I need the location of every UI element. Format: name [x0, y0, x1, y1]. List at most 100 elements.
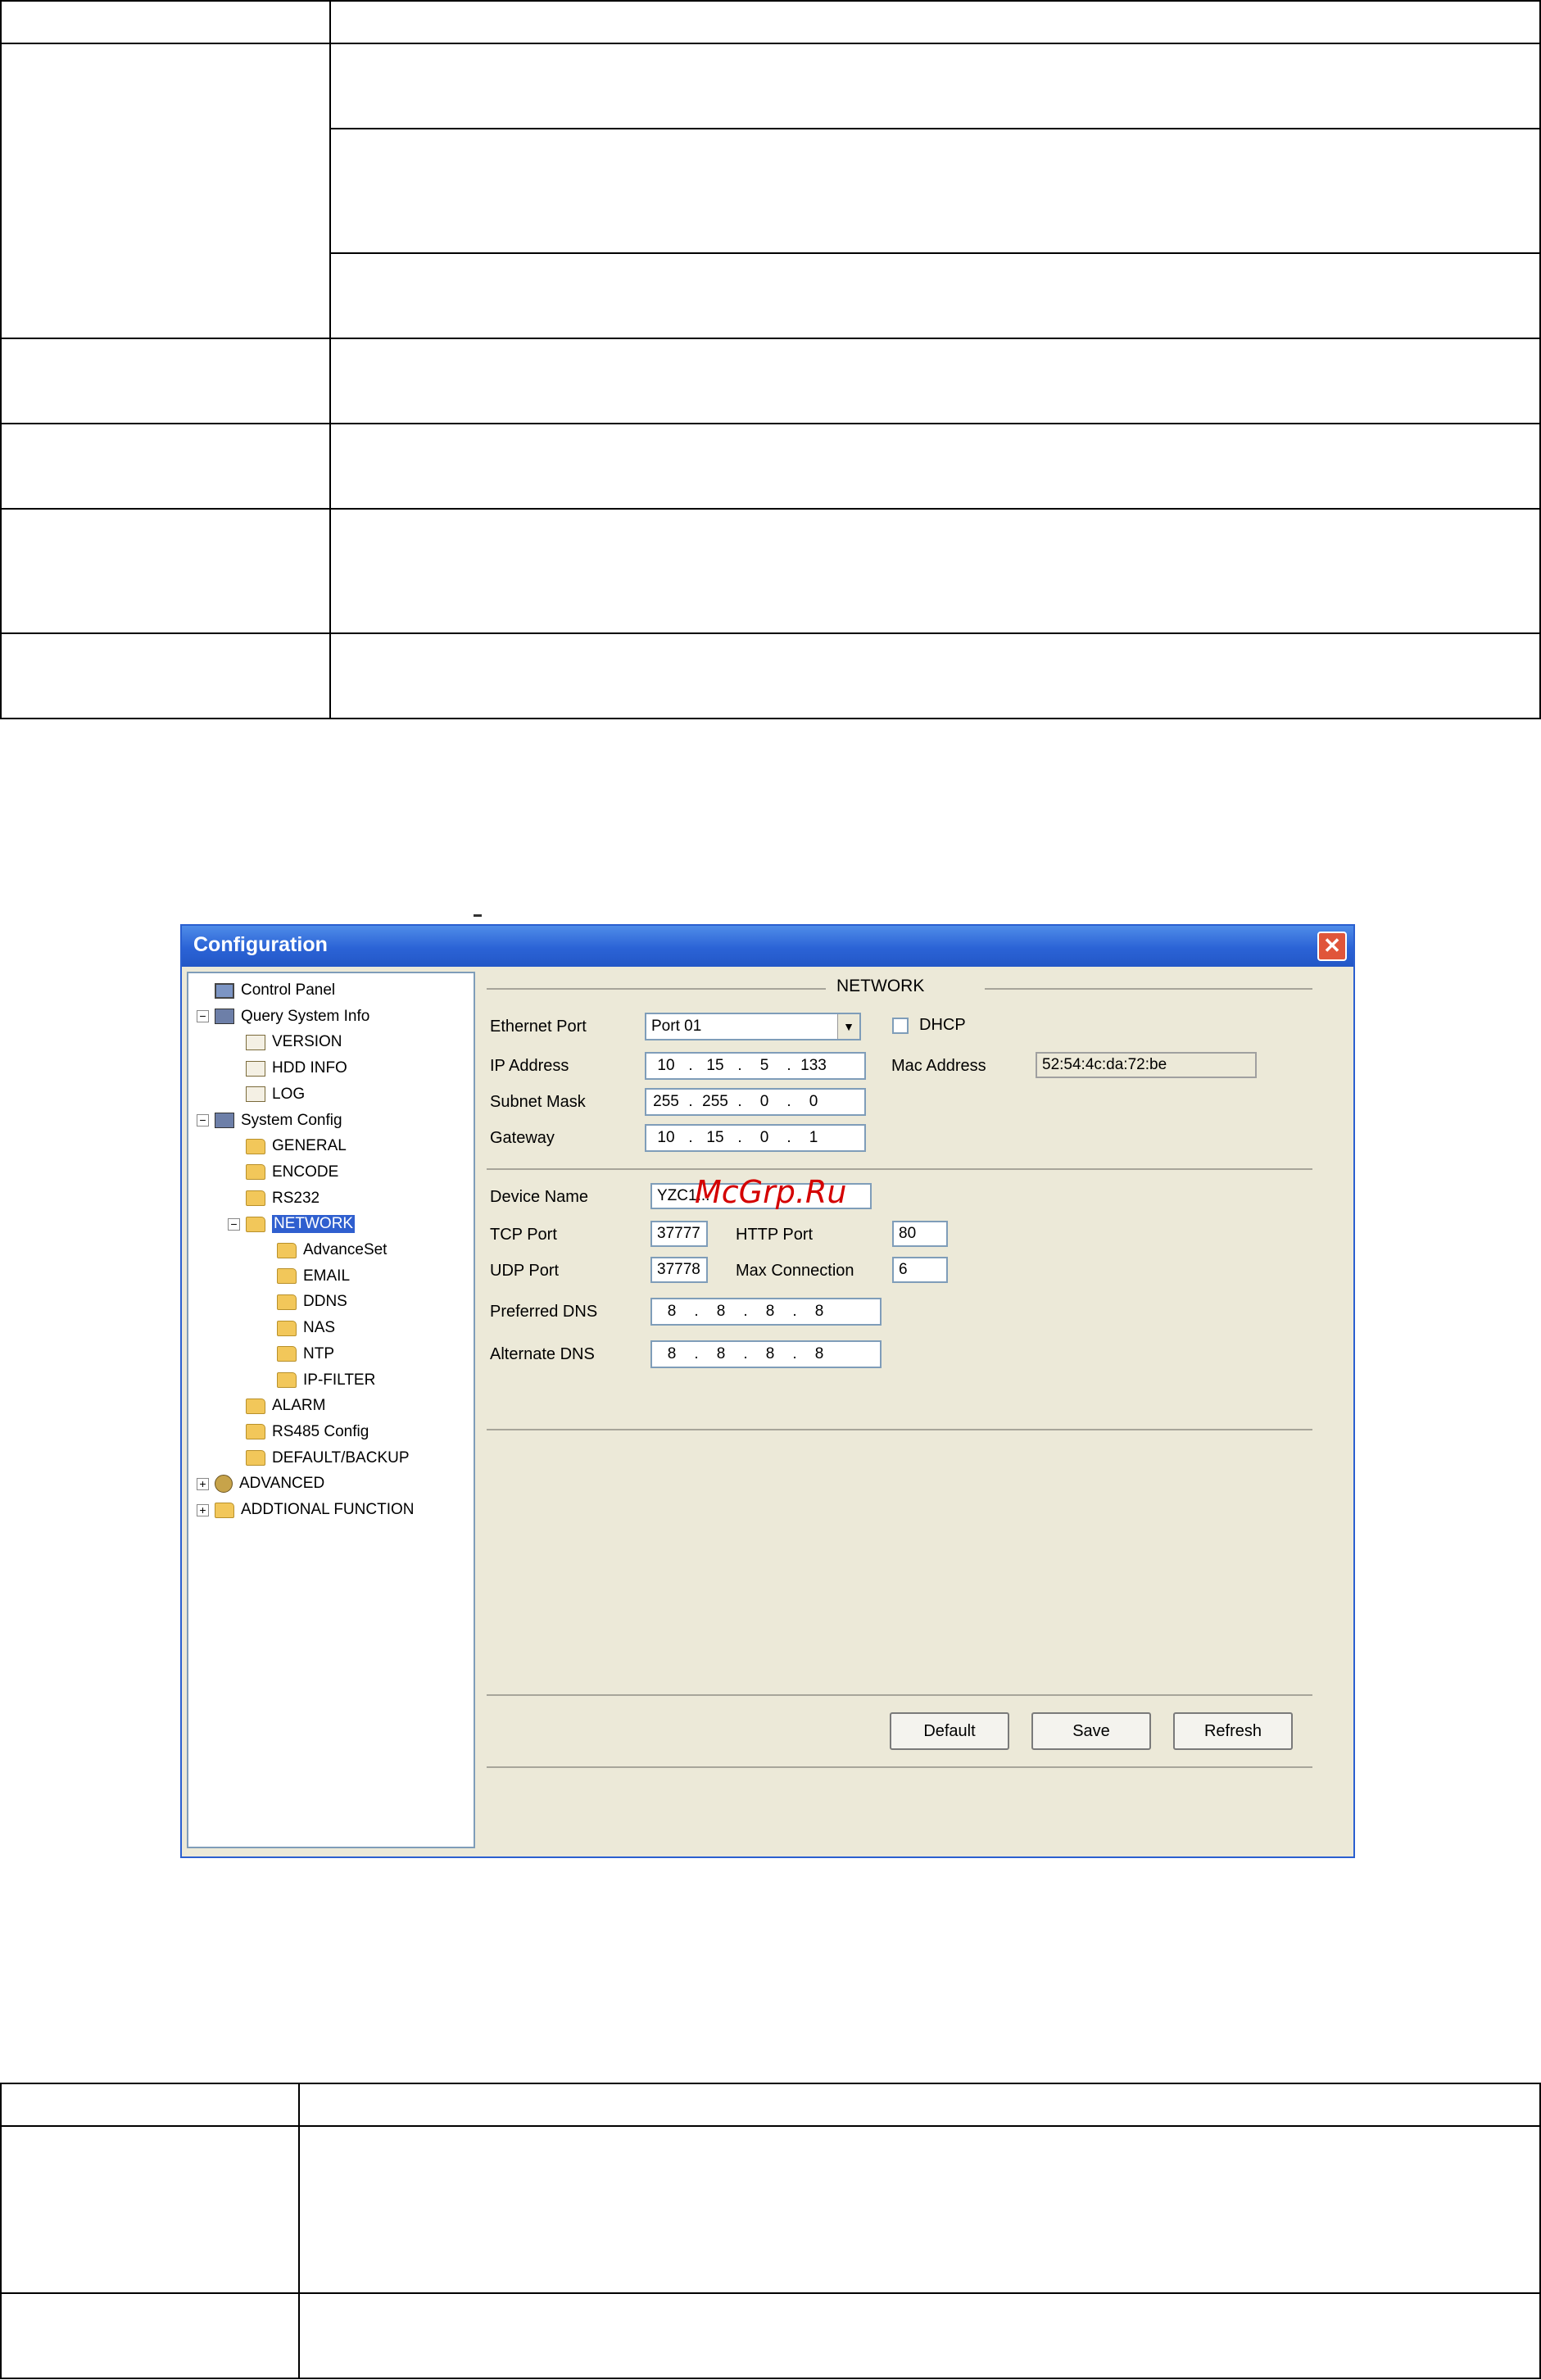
ip-octet[interactable]: 8 [750, 1345, 790, 1363]
tree-item-control-panel[interactable]: Control Panel [197, 978, 335, 1003]
ip-dot-separator: . [694, 1303, 699, 1320]
folder-icon [246, 1398, 265, 1414]
tcp-port-field[interactable]: 37777 [650, 1221, 708, 1247]
tree-item-version[interactable]: VERSION [228, 1030, 342, 1054]
expand-icon[interactable]: + [197, 1477, 209, 1490]
ip-octet[interactable]: 0 [794, 1093, 833, 1111]
ip-octet[interactable]: 8 [652, 1345, 691, 1363]
tree-item-label: RS485 Config [272, 1422, 369, 1440]
tcp-port-label: TCP Port [490, 1226, 557, 1244]
tree-item-label: AdvanceSet [303, 1241, 388, 1258]
ip-octet[interactable]: 1 [794, 1129, 833, 1147]
table-cell [0, 0, 331, 44]
title-bar[interactable]: Configuration ✕ [182, 926, 1353, 967]
ip-octet[interactable]: 133 [794, 1057, 833, 1075]
ip-octet[interactable]: 8 [800, 1303, 839, 1321]
section-divider [487, 988, 826, 990]
ip-dot-separator: . [743, 1303, 748, 1320]
subnet-mask-field[interactable]: 255. 255. 0. 0 [645, 1088, 866, 1116]
doc-icon [246, 1060, 265, 1077]
tree-item-ddns[interactable]: DDNS [259, 1290, 347, 1314]
dropdown-arrow-icon[interactable]: ▼ [837, 1014, 859, 1039]
ip-octet[interactable]: 8 [800, 1345, 839, 1363]
max-connection-field[interactable]: 6 [892, 1257, 948, 1283]
save-button[interactable]: Save [1031, 1712, 1151, 1750]
folder-icon [246, 1164, 265, 1181]
alternate-dns-label: Alternate DNS [490, 1345, 595, 1363]
ip-octet[interactable]: 15 [696, 1057, 735, 1075]
tree-item-network[interactable]: − NETWORK [228, 1212, 356, 1236]
dhcp-checkbox[interactable] [892, 1018, 909, 1034]
section-divider [487, 1429, 1312, 1430]
gateway-field[interactable]: 10. 15. 0. 1 [645, 1124, 866, 1152]
tree-item-advanceset[interactable]: AdvanceSet [259, 1238, 387, 1263]
ip-octet[interactable]: 8 [750, 1303, 790, 1321]
refresh-button[interactable]: Refresh [1173, 1712, 1293, 1750]
default-button[interactable]: Default [890, 1712, 1009, 1750]
table-cell [329, 252, 1541, 339]
tree-item-ntp[interactable]: NTP [259, 1342, 334, 1367]
collapse-icon[interactable]: − [197, 1114, 209, 1127]
tree-item-query-system-info[interactable]: − Query System Info [197, 1004, 369, 1029]
table-cell [329, 128, 1541, 254]
tree-item-rs485-config[interactable]: RS485 Config [228, 1420, 369, 1444]
table-cell [329, 508, 1541, 634]
folder-icon [246, 1138, 265, 1154]
alternate-dns-field[interactable]: 8.8.8.8 [650, 1340, 882, 1368]
ip-octet[interactable]: 255 [646, 1093, 686, 1111]
ip-octet[interactable]: 10 [646, 1129, 686, 1147]
tree-item-label: System Config [241, 1111, 342, 1129]
http-port-field[interactable]: 80 [892, 1221, 948, 1247]
table-cell [329, 0, 1541, 44]
tree-item-log[interactable]: LOG [228, 1082, 305, 1107]
tree-item-general[interactable]: GENERAL [228, 1134, 347, 1158]
ip-octet[interactable]: 255 [696, 1093, 735, 1111]
tree-item-label: ADVANCED [239, 1475, 325, 1493]
ethernet-port-select[interactable]: Port 01 ▼ [645, 1013, 861, 1040]
ip-octet[interactable]: 0 [745, 1129, 784, 1147]
ip-octet[interactable]: 8 [652, 1303, 691, 1321]
max-connection-label: Max Connection [736, 1262, 854, 1280]
ip-dot-separator: . [694, 1345, 699, 1362]
tree-item-label: NTP [303, 1344, 334, 1362]
section-title: NETWORK [836, 977, 925, 995]
ip-octet[interactable]: 5 [745, 1057, 784, 1075]
udp-port-field[interactable]: 37778 [650, 1257, 708, 1283]
tree-item-rs232[interactable]: RS232 [228, 1186, 320, 1211]
tree-item-alarm[interactable]: ALARM [228, 1394, 325, 1418]
tree-item-nas[interactable]: NAS [259, 1316, 335, 1340]
ip-octet[interactable]: 10 [646, 1057, 686, 1075]
gear-icon [215, 1475, 233, 1494]
tree-item-advanced[interactable]: + ADVANCED [197, 1471, 324, 1496]
gateway-label: Gateway [490, 1129, 555, 1147]
ip-dot-separator: . [786, 1057, 791, 1074]
section-divider [487, 1766, 1312, 1768]
table-cell [329, 423, 1541, 510]
close-button[interactable]: ✕ [1317, 932, 1347, 961]
ip-octet[interactable]: 15 [696, 1129, 735, 1147]
ip-dot-separator: . [792, 1303, 797, 1320]
ip-octet[interactable]: 0 [745, 1093, 784, 1111]
tools-icon [215, 1113, 234, 1128]
tree-item-addtional-function[interactable]: + ADDTIONAL FUNCTION [197, 1498, 414, 1522]
tree-item-hdd-info[interactable]: HDD INFO [228, 1056, 347, 1081]
ip-dot-separator: . [688, 1057, 693, 1074]
expand-icon[interactable]: + [197, 1503, 209, 1516]
doc-icon [246, 1086, 265, 1103]
ip-octet[interactable]: 8 [701, 1303, 741, 1321]
collapse-icon[interactable]: − [197, 1010, 209, 1023]
ip-octet[interactable]: 8 [701, 1345, 741, 1363]
ip-address-field[interactable]: 10. 15. 5. 133 [645, 1052, 866, 1080]
tree-item-encode[interactable]: ENCODE [228, 1160, 338, 1185]
tree-item-default-backup[interactable]: DEFAULT/BACKUP [228, 1446, 410, 1471]
preferred-dns-field[interactable]: 8.8.8.8 [650, 1298, 882, 1326]
folder-icon [215, 1502, 234, 1518]
ip-dot-separator: . [792, 1345, 797, 1362]
folder-icon [246, 1190, 265, 1207]
collapse-icon[interactable]: − [228, 1217, 240, 1231]
tree-item-system-config[interactable]: − System Config [197, 1108, 342, 1133]
doc-icon [246, 1034, 265, 1050]
ip-dot-separator: . [688, 1093, 693, 1110]
tree-item-email[interactable]: EMAIL [259, 1264, 350, 1289]
tree-item-ip-filter[interactable]: IP-FILTER [259, 1368, 375, 1393]
